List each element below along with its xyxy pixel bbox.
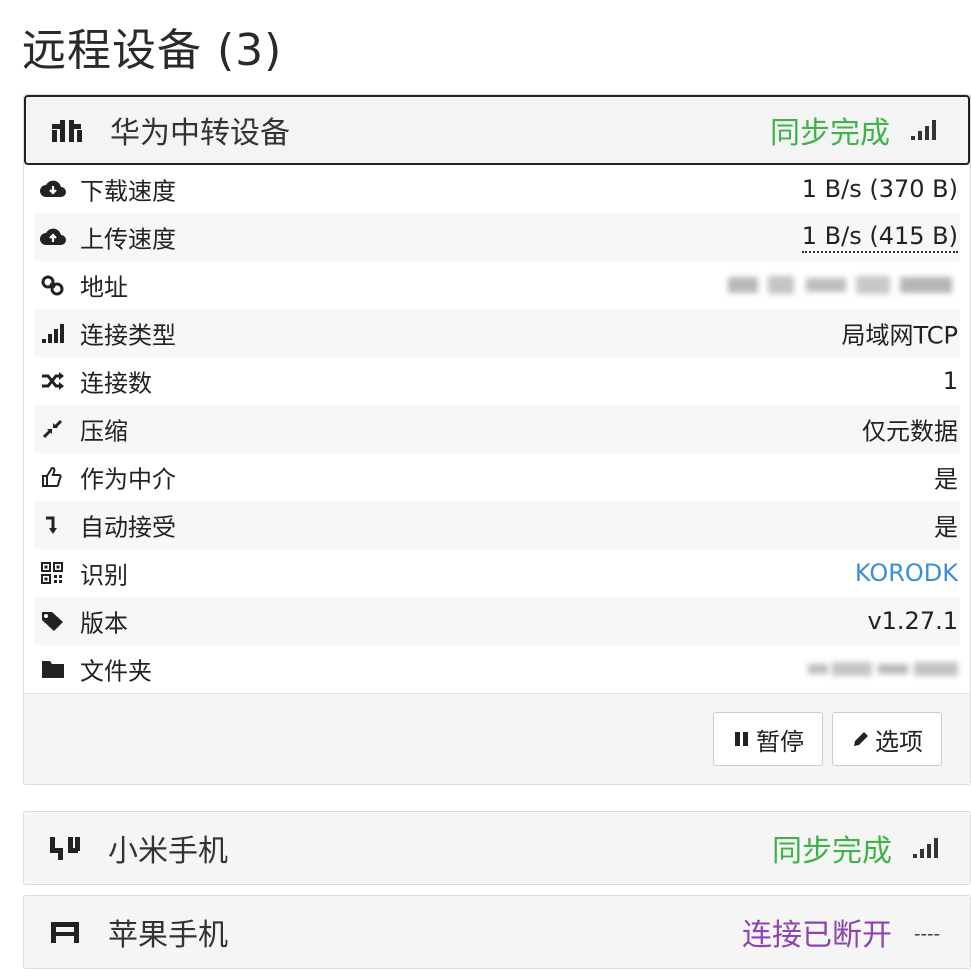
compress-icon <box>42 419 63 439</box>
thumbs-up-icon <box>42 466 62 487</box>
detail-value: 1 B/s (370 B) <box>801 175 958 203</box>
detail-row-compression: 压缩 仅元数据 <box>34 405 960 453</box>
pause-icon <box>735 732 748 746</box>
detail-value: 是 <box>934 513 958 542</box>
shuffle-icon <box>42 372 64 390</box>
detail-value: 1 <box>942 367 958 395</box>
folders-redacted <box>808 662 958 676</box>
device-id-link[interactable]: KORODK <box>855 559 958 587</box>
device-name: 华为中转设备 <box>110 116 290 151</box>
detail-value: 是 <box>934 465 958 494</box>
detail-label: 自动接受 <box>80 513 176 542</box>
sync-status: 同步完成 <box>772 834 892 869</box>
relay-device-icon <box>52 120 82 142</box>
detail-row-auto-accept: 自动接受 是 <box>34 501 960 549</box>
signal-icon <box>911 120 936 140</box>
signal-icon <box>42 324 64 343</box>
cloud-upload-icon <box>40 228 66 245</box>
device-actions: 暂停 选项 <box>24 693 970 784</box>
page-title: 远程设备 (3) <box>22 25 283 76</box>
detail-label: 版本 <box>80 609 128 638</box>
detail-value: 仅元数据 <box>862 417 958 446</box>
device-panel-huawei: 华为中转设备 同步完成 下载速度 1 B/s (370 B) 上传速度 1 B/… <box>23 94 971 785</box>
signal-placeholder: ---- <box>914 923 940 945</box>
detail-label: 压缩 <box>80 417 128 446</box>
link-icon <box>41 275 64 296</box>
detail-label: 识别 <box>80 561 128 590</box>
address-redacted <box>728 276 952 294</box>
device-name: 小米手机 <box>108 834 228 869</box>
detail-label: 地址 <box>80 273 128 302</box>
device-panel-xiaomi: 小米手机 同步完成 <box>23 811 971 885</box>
device-header-xiaomi[interactable]: 小米手机 同步完成 <box>24 812 970 884</box>
detail-row-upload: 上传速度 1 B/s (415 B) <box>34 213 960 261</box>
options-button[interactable]: 选项 <box>832 712 942 766</box>
detail-row-connection-type: 连接类型 局域网TCP <box>34 309 960 357</box>
pause-label: 暂停 <box>756 727 804 756</box>
detail-row-folders: 文件夹 <box>34 645 960 693</box>
detail-row-connections: 连接数 1 <box>34 357 960 405</box>
options-label: 选项 <box>875 727 923 756</box>
cloud-download-icon <box>40 180 66 197</box>
detail-label: 下载速度 <box>80 177 176 206</box>
detail-label: 上传速度 <box>80 225 176 254</box>
pause-button[interactable]: 暂停 <box>713 712 823 766</box>
device-icon <box>50 837 80 860</box>
sync-status: 同步完成 <box>770 116 890 151</box>
connection-status: 连接已断开 <box>742 918 892 953</box>
folder-icon <box>42 661 64 678</box>
detail-row-download: 下载速度 1 B/s (370 B) <box>34 165 960 213</box>
detail-label: 连接数 <box>80 369 152 398</box>
qrcode-icon <box>41 562 63 584</box>
signal-icon <box>913 838 938 858</box>
detail-value: 局域网TCP <box>841 321 958 350</box>
detail-label: 连接类型 <box>80 321 176 350</box>
tag-icon <box>42 612 63 631</box>
detail-label: 作为中介 <box>80 465 176 494</box>
device-panel-apple: 苹果手机 连接已断开 ---- <box>23 895 971 969</box>
detail-label: 文件夹 <box>80 657 152 686</box>
detail-row-introducer: 作为中介 是 <box>34 453 960 501</box>
disconnected-device-icon <box>51 922 79 943</box>
pencil-icon <box>854 732 868 746</box>
detail-row-version: 版本 v1.27.1 <box>34 597 960 645</box>
detail-row-identification: 识别 KORODK <box>34 549 960 597</box>
device-details: 下载速度 1 B/s (370 B) 上传速度 1 B/s (415 B) 地址 <box>24 165 970 693</box>
detail-value[interactable]: 1 B/s (415 B) <box>801 221 958 253</box>
device-name: 苹果手机 <box>108 918 228 953</box>
device-header-huawei[interactable]: 华为中转设备 同步完成 <box>24 95 970 165</box>
detail-row-address: 地址 <box>34 261 960 309</box>
device-header-apple[interactable]: 苹果手机 连接已断开 ---- <box>24 896 970 968</box>
arrow-turn-down-icon <box>46 516 57 534</box>
detail-value: v1.27.1 <box>867 607 958 635</box>
